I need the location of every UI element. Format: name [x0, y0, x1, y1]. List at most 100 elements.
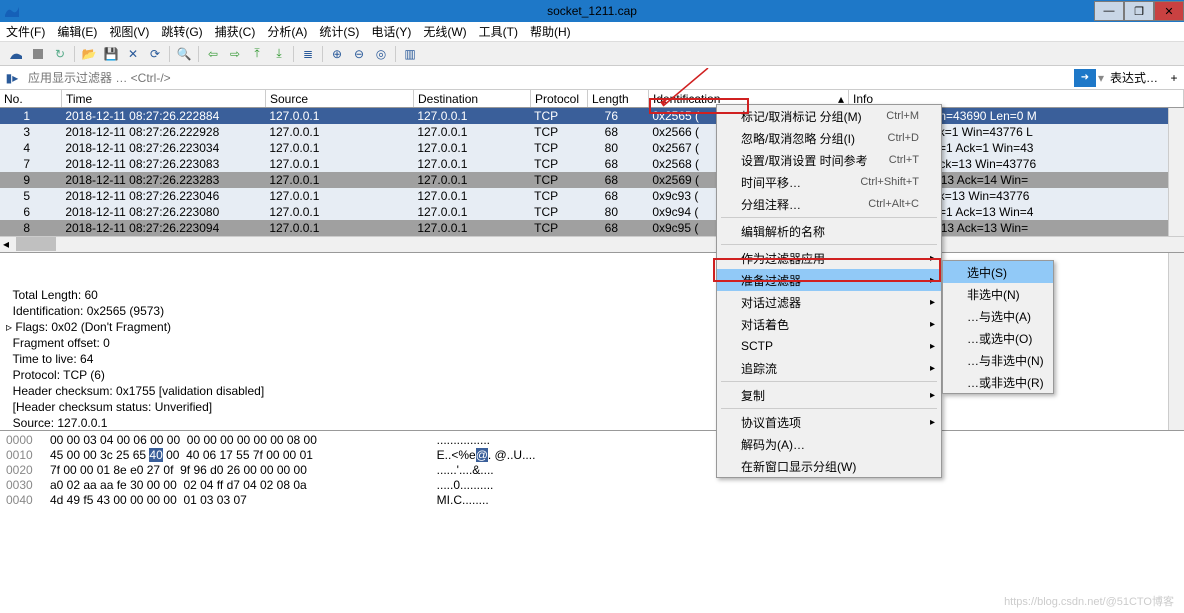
context-menu-item[interactable]: 设置/取消设置 时间参考Ctrl+T	[717, 149, 941, 171]
packet-list[interactable]: 1 2018-12-11 08:27:26.222884 127.0.0.1 1…	[0, 108, 1184, 236]
go-last-icon[interactable]: ⤓	[269, 44, 289, 64]
submenu-item[interactable]: 非选中(N)	[943, 283, 1053, 305]
zoom-out-icon[interactable]: ⊖	[349, 44, 369, 64]
wireshark-icon	[4, 3, 20, 19]
details-scrollbar[interactable]	[1168, 253, 1184, 430]
menu-item[interactable]: 跳转(G)	[161, 23, 202, 40]
col-no[interactable]: No.	[0, 90, 62, 107]
restart-icon[interactable]: ↻	[50, 44, 70, 64]
col-length[interactable]: Length	[588, 90, 649, 107]
context-menu-item[interactable]: 作为过滤器应用▸	[717, 247, 941, 269]
context-menu-item[interactable]: 解码为(A)…	[717, 433, 941, 455]
zoom-in-icon[interactable]: ⊕	[327, 44, 347, 64]
context-menu-item[interactable]: 时间平移…Ctrl+Shift+T	[717, 171, 941, 193]
context-menu-item[interactable]: 对话着色▸	[717, 313, 941, 335]
menu-item[interactable]: 统计(S)	[319, 23, 359, 40]
save-icon[interactable]: 💾	[101, 44, 121, 64]
open-icon[interactable]: 📂	[79, 44, 99, 64]
submenu-arrow-icon: ▸	[930, 297, 935, 308]
packet-scrollbar[interactable]	[1168, 108, 1184, 236]
hex-row[interactable]: 0030a0 02 aa aa fe 30 00 00 02 04 ff d7 …	[6, 478, 1178, 493]
minimize-button[interactable]: —	[1094, 1, 1124, 21]
submenu-item[interactable]: …与非选中(N)	[943, 349, 1053, 371]
context-menu-item[interactable]: 准备过滤器▸	[717, 269, 941, 291]
submenu-arrow-icon: ▸	[930, 341, 935, 352]
apply-filter-button[interactable]: ➜	[1074, 69, 1096, 87]
submenu-arrow-icon: ▸	[930, 363, 935, 374]
submenu-prepare-filter: 选中(S)非选中(N)…与选中(A)…或选中(O)…与非选中(N)…或非选中(R…	[942, 260, 1054, 394]
menu-item[interactable]: 工具(T)	[479, 23, 518, 40]
hex-row[interactable]: 00404d 49 f5 43 00 00 00 00 01 03 03 07 …	[6, 493, 1178, 508]
context-menu-item[interactable]: 追踪流▸	[717, 357, 941, 379]
context-menu-item[interactable]: 标记/取消标记 分组(M)Ctrl+M	[717, 105, 941, 127]
context-menu: 标记/取消标记 分组(M)Ctrl+M忽略/取消忽略 分组(I)Ctrl+D设置…	[716, 104, 942, 478]
hex-row[interactable]: 00207f 00 00 01 8e e0 27 0f 9f 96 d0 26 …	[6, 463, 1178, 478]
menu-item[interactable]: 视图(V)	[109, 23, 149, 40]
context-menu-item[interactable]: SCTP▸	[717, 335, 941, 357]
col-destination[interactable]: Destination	[414, 90, 531, 107]
display-filter-input[interactable]	[24, 69, 1074, 87]
window-title: socket_1211.cap	[547, 4, 637, 18]
context-menu-item[interactable]: 忽略/取消忽略 分组(I)Ctrl+D	[717, 127, 941, 149]
zoom-reset-icon[interactable]: ◎	[371, 44, 391, 64]
shark-fin-icon[interactable]	[6, 44, 26, 64]
menu-item[interactable]: 电话(Y)	[371, 23, 411, 40]
maximize-button[interactable]: ❐	[1124, 1, 1154, 21]
menu-item[interactable]: 捕获(C)	[215, 23, 256, 40]
packet-row[interactable]: 6 2018-12-11 08:27:26.223080 127.0.0.1 1…	[0, 204, 1184, 220]
packet-columns: No. Time Source Destination Protocol Len…	[0, 90, 1184, 108]
col-time[interactable]: Time	[62, 90, 266, 107]
expression-button[interactable]: 表达式…	[1104, 69, 1164, 86]
submenu-arrow-icon: ▸	[930, 253, 935, 264]
submenu-item[interactable]: …与选中(A)	[943, 305, 1053, 327]
submenu-arrow-icon: ▸	[930, 275, 935, 286]
menu-item[interactable]: 帮助(H)	[530, 23, 571, 40]
go-first-icon[interactable]: ⤒	[247, 44, 267, 64]
menu-copy[interactable]: 复制▸	[717, 384, 941, 406]
packet-row[interactable]: 9 2018-12-11 08:27:26.223283 127.0.0.1 1…	[0, 172, 1184, 188]
find-icon[interactable]: 🔍	[174, 44, 194, 64]
go-back-icon[interactable]: ⇦	[203, 44, 223, 64]
menu-item[interactable]: 编辑(E)	[57, 23, 97, 40]
submenu-item[interactable]: 选中(S)	[943, 261, 1053, 283]
packet-row[interactable]: 8 2018-12-11 08:27:26.223094 127.0.0.1 1…	[0, 220, 1184, 236]
bookmark-icon[interactable]: ▮▸	[0, 71, 24, 85]
menu-bar: 文件(F) 编辑(E) 视图(V) 跳转(G) 捕获(C) 分析(A) 统计(S) 电话(Y)…	[0, 22, 1184, 42]
packet-row[interactable]: 1 2018-12-11 08:27:26.222884 127.0.0.1 1…	[0, 108, 1184, 124]
h-scrollbar[interactable]: ◂	[0, 236, 1184, 252]
packet-row[interactable]: 4 2018-12-11 08:27:26.223034 127.0.0.1 1…	[0, 140, 1184, 156]
reload-icon[interactable]: ⟳	[145, 44, 165, 64]
menu-item[interactable]: 分析(A)	[267, 23, 307, 40]
close-button[interactable]: ✕	[1154, 1, 1184, 21]
submenu-item[interactable]: …或选中(O)	[943, 327, 1053, 349]
menu-item[interactable]: 文件(F)	[6, 23, 45, 40]
go-forward-icon[interactable]: ⇨	[225, 44, 245, 64]
detail-line[interactable]: Source: 127.0.0.1	[6, 415, 1178, 430]
watermark: https://blog.csdn.net/@51CTO博客	[1004, 593, 1174, 609]
hex-view[interactable]: 000000 00 03 04 00 06 00 00 00 00 00 00 …	[0, 430, 1184, 510]
context-menu-item[interactable]: 协议首选项▸	[717, 411, 941, 433]
filter-bar: ▮▸ ➜ ▾ 表达式… +	[0, 66, 1184, 90]
close-icon[interactable]: ✕	[123, 44, 143, 64]
menu-edit-name[interactable]: 编辑解析的名称	[717, 220, 941, 242]
detail-line[interactable]: [Header checksum status: Unverified]	[6, 399, 1178, 415]
submenu-item[interactable]: …或非选中(R)	[943, 371, 1053, 393]
add-filter-button[interactable]: +	[1164, 71, 1184, 85]
packet-row[interactable]: 5 2018-12-11 08:27:26.223046 127.0.0.1 1…	[0, 188, 1184, 204]
hex-row[interactable]: 000000 00 03 04 00 06 00 00 00 00 00 00 …	[6, 433, 1178, 448]
context-menu-item[interactable]: 分组注释…Ctrl+Alt+C	[717, 193, 941, 215]
stop-capture-icon[interactable]	[28, 44, 48, 64]
packet-row[interactable]: 7 2018-12-11 08:27:26.223083 127.0.0.1 1…	[0, 156, 1184, 172]
context-menu-item[interactable]: 对话过滤器▸	[717, 291, 941, 313]
menu-item[interactable]: 无线(W)	[423, 23, 466, 40]
submenu-arrow-icon: ▸	[930, 319, 935, 330]
col-source[interactable]: Source	[266, 90, 414, 107]
col-protocol[interactable]: Protocol	[531, 90, 588, 107]
submenu-arrow-icon: ▸	[930, 390, 935, 401]
packet-row[interactable]: 3 2018-12-11 08:27:26.222928 127.0.0.1 1…	[0, 124, 1184, 140]
hex-row[interactable]: 001045 00 00 3c 25 65 40 00 40 06 17 55 …	[6, 448, 1178, 463]
resize-columns-icon[interactable]: ▥	[400, 44, 420, 64]
auto-scroll-icon[interactable]: ≣	[298, 44, 318, 64]
context-menu-item[interactable]: 在新窗口显示分组(W)	[717, 455, 941, 477]
toolbar: ↻ 📂 💾 ✕ ⟳ 🔍 ⇦ ⇨ ⤒ ⤓ ≣ ⊕ ⊖ ◎ ▥	[0, 42, 1184, 66]
